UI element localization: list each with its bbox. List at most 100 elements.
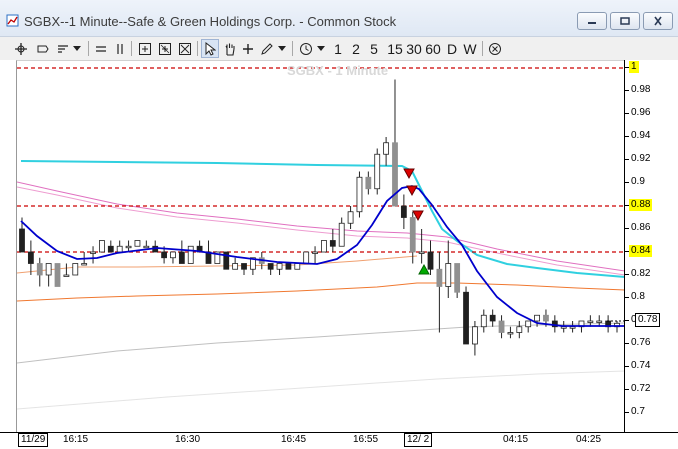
candle-body [187, 245, 194, 264]
minimize-button[interactable] [577, 12, 607, 30]
candle-body [125, 245, 132, 249]
price-axis[interactable]: 1 0.98 0.96 0.94 0.92 0.9 0.88 0.86 0.84 0.82 0.8 0… [624, 60, 678, 432]
candle-body [436, 268, 443, 287]
interval-60-button[interactable]: 60 [424, 39, 442, 58]
interval-5-button[interactable]: 5 [368, 39, 380, 58]
candle-body [338, 222, 345, 247]
candle-body [480, 314, 487, 328]
price-axis-tick [625, 274, 629, 275]
interval-clock-button[interactable] [297, 39, 314, 58]
chart-watermark: SGBX - 1 Minute [287, 63, 389, 78]
price-axis-label: 0.9 [631, 176, 645, 187]
price-axis-label: 1 [629, 61, 639, 73]
interval-daily-button[interactable]: D [445, 39, 459, 58]
sort-icon [58, 44, 68, 53]
chart-toolbar: 1 2 5 15 30 60 D W [0, 37, 678, 61]
zoom-fit-icon [178, 42, 191, 55]
chevron-down-icon [73, 45, 81, 51]
time-axis-date-label: 12/ 2 [404, 433, 433, 447]
close-icon [654, 16, 662, 26]
candle-body [241, 263, 247, 270]
interval-30-button[interactable]: 30 [405, 39, 423, 58]
zoom-fit-button[interactable] [176, 39, 193, 58]
candle-body [374, 153, 381, 190]
candle-body [178, 251, 185, 264]
interval-2-button[interactable]: 2 [350, 39, 362, 58]
pointer-tool-button[interactable] [201, 39, 219, 58]
candle-body [498, 320, 505, 333]
candle-body [445, 263, 452, 287]
candle-body [116, 245, 123, 253]
candle-body [72, 263, 79, 276]
time-axis[interactable]: 11/29 16:15 16:30 16:45 16:55 12/ 2 04:15 04:25 [0, 432, 678, 449]
price-axis-tick [625, 412, 629, 413]
draw-tool-button[interactable] [259, 39, 274, 58]
candle-body [303, 251, 310, 264]
moving-average-cyan-line [20, 160, 625, 278]
title-bar: SGBX--1 Minute--Safe & Green Holdings Co… [0, 0, 678, 37]
zoom-in-icon [138, 42, 151, 55]
candle-body [170, 251, 176, 259]
candle-body [409, 217, 416, 253]
candle-body [285, 263, 292, 270]
candle-body [81, 263, 88, 266]
window-title: SGBX--1 Minute--Safe & Green Holdings Co… [24, 14, 397, 29]
zoom-out-button[interactable] [156, 39, 173, 58]
add-tool-button[interactable] [240, 39, 255, 58]
draw-tool-dropdown[interactable] [276, 39, 288, 58]
candle-body [161, 251, 167, 259]
zoom-out-icon [158, 42, 171, 55]
price-axis-label: 0.88 [629, 199, 653, 211]
candle-body [543, 314, 549, 322]
sell-signal-arrow [406, 185, 418, 197]
price-axis-tick [625, 205, 629, 206]
candle-body [525, 320, 532, 328]
time-axis-label: 04:25 [576, 434, 602, 445]
toolbar-divider [482, 41, 483, 56]
restore-button[interactable] [610, 12, 640, 30]
interval-1-button[interactable]: 1 [332, 39, 344, 58]
candle-body [143, 245, 150, 249]
candle-body [516, 326, 523, 333]
candle-body [99, 240, 105, 253]
candle-body [267, 263, 274, 270]
candle-body [45, 263, 52, 276]
close-button[interactable] [643, 12, 673, 30]
price-axis-label: 0.74 [631, 360, 651, 371]
price-axis-label: 0.98 [631, 84, 651, 95]
toolbar-divider [197, 41, 198, 56]
sort-tool-button[interactable] [55, 39, 71, 58]
crosshair-tool-button[interactable] [12, 39, 30, 58]
parallel-tool-button[interactable] [113, 39, 127, 58]
time-axis-label: 16:30 [175, 434, 201, 445]
price-chart-area[interactable]: SGBX - 1 Minute [16, 60, 625, 433]
clock-icon [299, 42, 312, 55]
candle-body [454, 263, 461, 293]
candle-body [27, 251, 34, 264]
interval-weekly-button[interactable]: W [462, 39, 478, 58]
hand-tool-button[interactable] [221, 39, 238, 58]
pointer-icon [205, 41, 216, 56]
zoom-in-button[interactable] [136, 39, 153, 58]
line-tool-button[interactable] [93, 39, 109, 58]
sort-dropdown[interactable] [71, 39, 83, 58]
chevron-down-icon [278, 45, 286, 51]
cancel-button[interactable] [486, 39, 504, 58]
chart-window: SGBX--1 Minute--Safe & Green Holdings Co… [0, 0, 678, 449]
interval-dropdown[interactable] [315, 39, 327, 58]
candle-body [383, 142, 390, 155]
candle-body [427, 251, 434, 270]
last-price-label: 0.78 [635, 313, 661, 327]
price-axis-label: 0.94 [631, 130, 651, 141]
price-axis-tick [625, 136, 629, 137]
time-axis-label: 16:55 [353, 434, 379, 445]
candle-body [489, 314, 496, 322]
plus-icon [242, 43, 253, 54]
label-tool-button[interactable] [34, 39, 52, 58]
candle-body [294, 263, 301, 270]
candle-body [596, 320, 603, 323]
candle-body [587, 320, 594, 323]
price-axis-tick [625, 182, 629, 183]
interval-15-button[interactable]: 15 [386, 39, 404, 58]
parallel-lines-icon [117, 43, 123, 54]
